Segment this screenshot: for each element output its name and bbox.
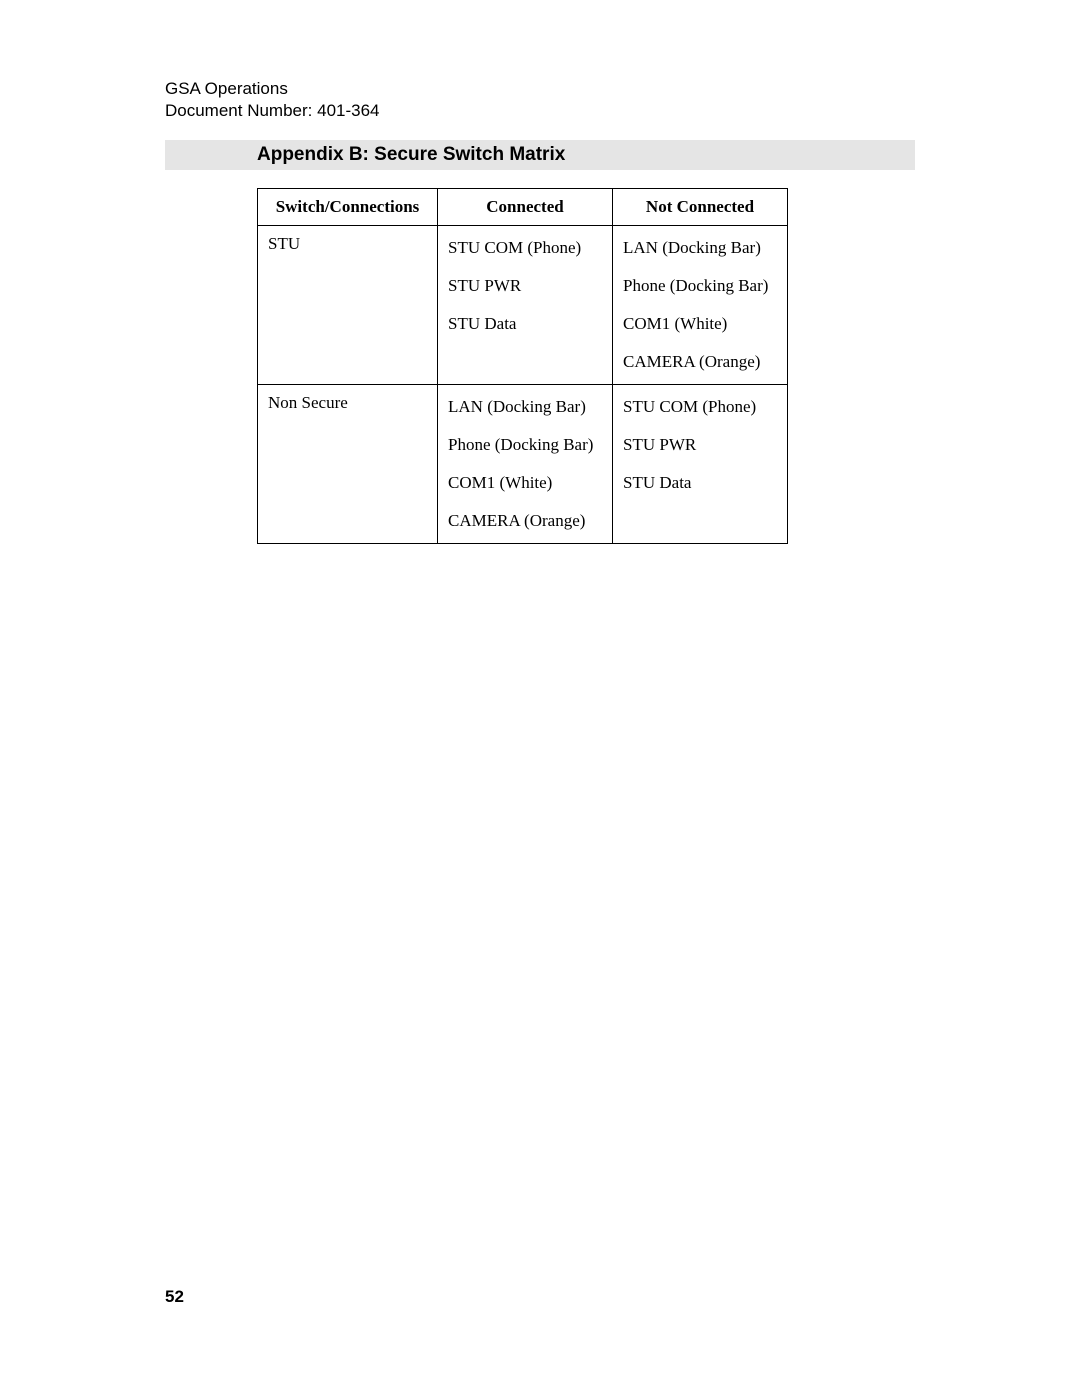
cell-value: STU Data [623, 469, 777, 497]
cell-value: Phone (Docking Bar) [448, 431, 602, 469]
col-header-connected: Connected [438, 189, 613, 226]
cell-switch: STU [258, 226, 438, 385]
col-header-not-connected: Not Connected [613, 189, 788, 226]
cell-value: STU COM (Phone) [448, 234, 602, 272]
table-row: STU STU COM (Phone) STU PWR STU Data LAN… [258, 226, 788, 385]
cell-not-connected: LAN (Docking Bar) Phone (Docking Bar) CO… [613, 226, 788, 385]
cell-value: COM1 (White) [623, 310, 777, 348]
cell-connected: STU COM (Phone) STU PWR STU Data [438, 226, 613, 385]
cell-value: STU COM (Phone) [623, 393, 777, 431]
cell-value: COM1 (White) [448, 469, 602, 507]
cell-value: CAMERA (Orange) [448, 507, 602, 535]
appendix-heading-bar: Appendix B: Secure Switch Matrix [165, 140, 915, 170]
cell-not-connected: STU COM (Phone) STU PWR STU Data [613, 385, 788, 544]
appendix-title: Appendix B: Secure Switch Matrix [257, 144, 565, 165]
cell-switch: Non Secure [258, 385, 438, 544]
cell-value: STU PWR [448, 272, 602, 310]
cell-value: LAN (Docking Bar) [448, 393, 602, 431]
cell-connected: LAN (Docking Bar) Phone (Docking Bar) CO… [438, 385, 613, 544]
cell-value: STU Data [448, 310, 602, 338]
page-content: GSA Operations Document Number: 401-364 … [0, 0, 1080, 544]
cell-value: CAMERA (Orange) [623, 348, 777, 376]
cell-value: STU PWR [623, 431, 777, 469]
cell-value: LAN (Docking Bar) [623, 234, 777, 272]
table-row: Non Secure LAN (Docking Bar) Phone (Dock… [258, 385, 788, 544]
header-org: GSA Operations [165, 78, 915, 100]
header-doc-number: Document Number: 401-364 [165, 100, 915, 122]
cell-value: Phone (Docking Bar) [623, 272, 777, 310]
switch-matrix-table-wrap: Switch/Connections Connected Not Connect… [257, 188, 915, 544]
col-header-switch: Switch/Connections [258, 189, 438, 226]
switch-matrix-table: Switch/Connections Connected Not Connect… [257, 188, 788, 544]
table-header-row: Switch/Connections Connected Not Connect… [258, 189, 788, 226]
page-number: 52 [165, 1287, 184, 1307]
